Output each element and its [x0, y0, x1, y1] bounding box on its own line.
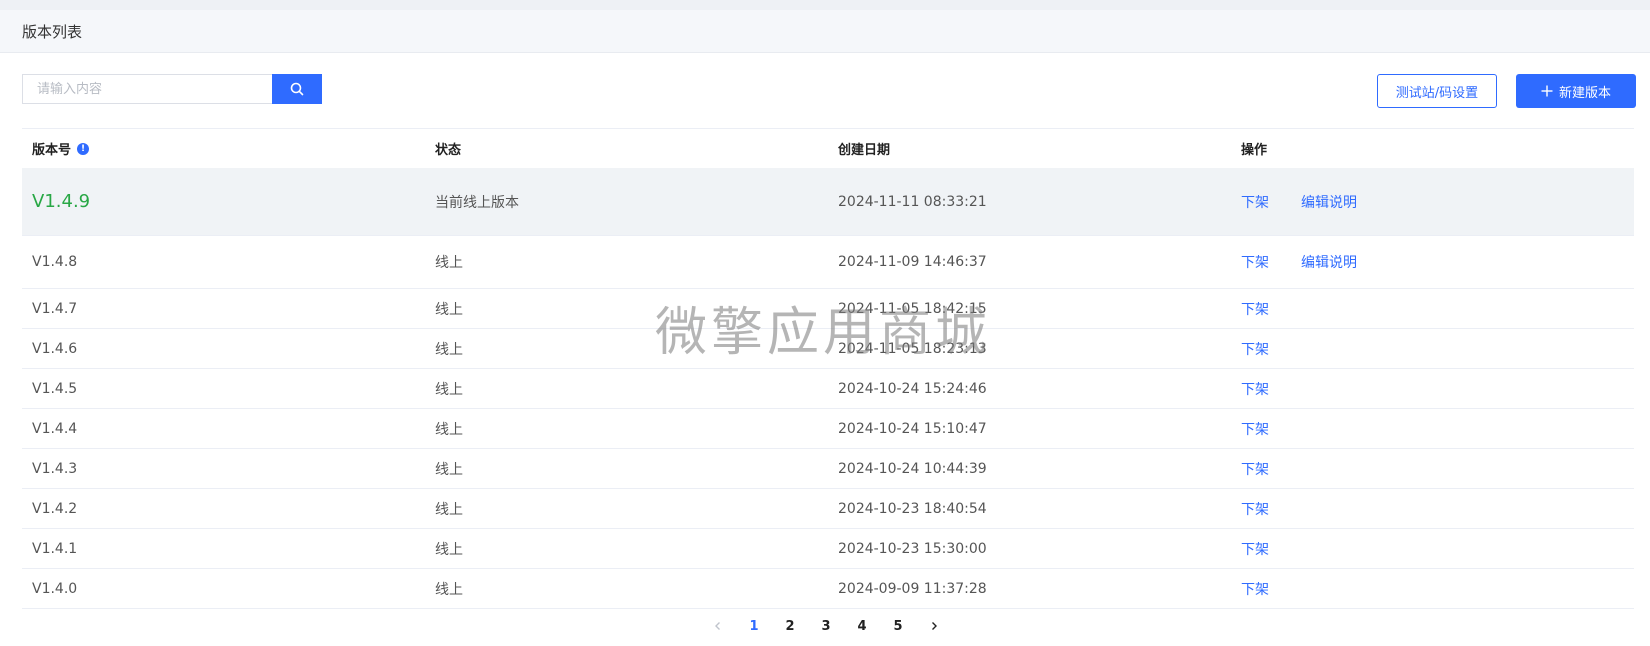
created-date: 2024-11-11 08:33:21 [838, 193, 987, 210]
column-header-version-label: 版本号 [32, 143, 72, 158]
prev-page-icon[interactable] [700, 614, 736, 638]
created-date: 2024-10-23 18:40:54 [838, 500, 987, 517]
column-header-actions: 操作 [1241, 143, 1268, 158]
status-text: 线上 [435, 301, 463, 318]
new-version-label: 新建版本 [1558, 85, 1611, 101]
edit-description-link[interactable]: 编辑说明 [1301, 192, 1357, 212]
status-text: 线上 [435, 381, 463, 398]
version-number: V1.4.7 [32, 300, 78, 317]
version-number: V1.4.9 [32, 191, 91, 212]
unpublish-link[interactable]: 下架 [1241, 379, 1269, 399]
search-button[interactable] [272, 74, 322, 104]
created-date: 2024-11-05 18:42:15 [838, 300, 987, 317]
plus-icon [1541, 85, 1553, 97]
created-date: 2024-10-24 15:10:47 [838, 420, 987, 437]
unpublish-link[interactable]: 下架 [1241, 339, 1269, 359]
version-list-card: 版本列表 测试站/码设置 新建版本 版本号 ! [0, 10, 1650, 646]
table-row: V1.4.3 线上 2024-10-24 10:44:39 下架 [22, 449, 1634, 489]
column-header-version: 版本号 ! [22, 139, 425, 158]
version-number: V1.4.1 [32, 540, 78, 557]
table-row: V1.4.1 线上 2024-10-23 15:30:00 下架 [22, 529, 1634, 569]
version-number: V1.4.2 [32, 500, 78, 517]
version-number: V1.4.0 [32, 580, 78, 597]
table-row: V1.4.8 线上 2024-11-09 14:46:37 下架 编辑说明 [22, 236, 1634, 289]
pagination: 1 2 3 4 5 [700, 614, 952, 638]
unpublish-link[interactable]: 下架 [1241, 419, 1269, 439]
status-text: 线上 [435, 421, 463, 438]
status-text: 线上 [435, 581, 463, 598]
table-row: V1.4.0 线上 2024-09-09 11:37:28 下架 [22, 569, 1634, 609]
unpublish-link[interactable]: 下架 [1241, 499, 1269, 519]
status-text: 线上 [435, 541, 463, 558]
version-number: V1.4.6 [32, 340, 78, 357]
table-row: V1.4.9 当前线上版本 2024-11-11 08:33:21 下架 编辑说… [22, 168, 1634, 236]
unpublish-link[interactable]: 下架 [1241, 192, 1269, 212]
card-header: 版本列表 [0, 10, 1650, 53]
table-row: V1.4.4 线上 2024-10-24 15:10:47 下架 [22, 409, 1634, 449]
unpublish-link[interactable]: 下架 [1241, 299, 1269, 319]
version-number: V1.4.3 [32, 460, 78, 477]
created-date: 2024-09-09 11:37:28 [838, 580, 987, 597]
unpublish-link[interactable]: 下架 [1241, 252, 1269, 272]
top-strip [0, 0, 1650, 10]
unpublish-link[interactable]: 下架 [1241, 579, 1269, 599]
search-input[interactable] [22, 74, 272, 104]
status-text: 当前线上版本 [435, 194, 519, 211]
created-date: 2024-11-05 18:23:13 [838, 340, 987, 357]
table-header: 版本号 ! 状态 创建日期 操作 [22, 128, 1634, 168]
table-row: V1.4.5 线上 2024-10-24 15:24:46 下架 [22, 369, 1634, 409]
table-row: V1.4.6 线上 2024-11-05 18:23:13 下架 [22, 329, 1634, 369]
table-row: V1.4.2 线上 2024-10-23 18:40:54 下架 [22, 489, 1634, 529]
unpublish-link[interactable]: 下架 [1241, 459, 1269, 479]
search-box [22, 74, 322, 104]
created-date: 2024-11-09 14:46:37 [838, 254, 987, 270]
unpublish-link[interactable]: 下架 [1241, 539, 1269, 559]
next-page-icon[interactable] [916, 614, 952, 638]
table-row: V1.4.7 线上 2024-11-05 18:42:15 下架 [22, 289, 1634, 329]
created-date: 2024-10-23 15:30:00 [838, 540, 987, 557]
toolbar: 测试站/码设置 新建版本 [22, 74, 1636, 108]
new-version-button[interactable]: 新建版本 [1516, 74, 1636, 108]
page-number-3[interactable]: 3 [808, 614, 844, 638]
column-header-created: 创建日期 [838, 143, 891, 158]
version-number: V1.4.5 [32, 380, 78, 397]
status-text: 线上 [435, 461, 463, 478]
page-title: 版本列表 [22, 22, 83, 41]
page-number-4[interactable]: 4 [844, 614, 880, 638]
version-number: V1.4.8 [32, 254, 78, 270]
created-date: 2024-10-24 15:24:46 [838, 380, 987, 397]
column-header-status: 状态 [435, 143, 462, 158]
edit-description-link[interactable]: 编辑说明 [1301, 252, 1357, 272]
created-date: 2024-10-24 10:44:39 [838, 460, 987, 477]
test-settings-button[interactable]: 测试站/码设置 [1377, 74, 1497, 108]
status-text: 线上 [435, 501, 463, 518]
version-table: 版本号 ! 状态 创建日期 操作 V1.4.9 当前线上版本 2024-11-1… [22, 128, 1634, 609]
version-number: V1.4.4 [32, 420, 78, 437]
page-number-1[interactable]: 1 [736, 614, 772, 638]
info-icon[interactable]: ! [77, 142, 90, 155]
status-text: 线上 [435, 341, 463, 358]
page-number-5[interactable]: 5 [880, 614, 916, 638]
status-text: 线上 [435, 255, 463, 271]
search-icon [290, 82, 304, 96]
page-number-2[interactable]: 2 [772, 614, 808, 638]
